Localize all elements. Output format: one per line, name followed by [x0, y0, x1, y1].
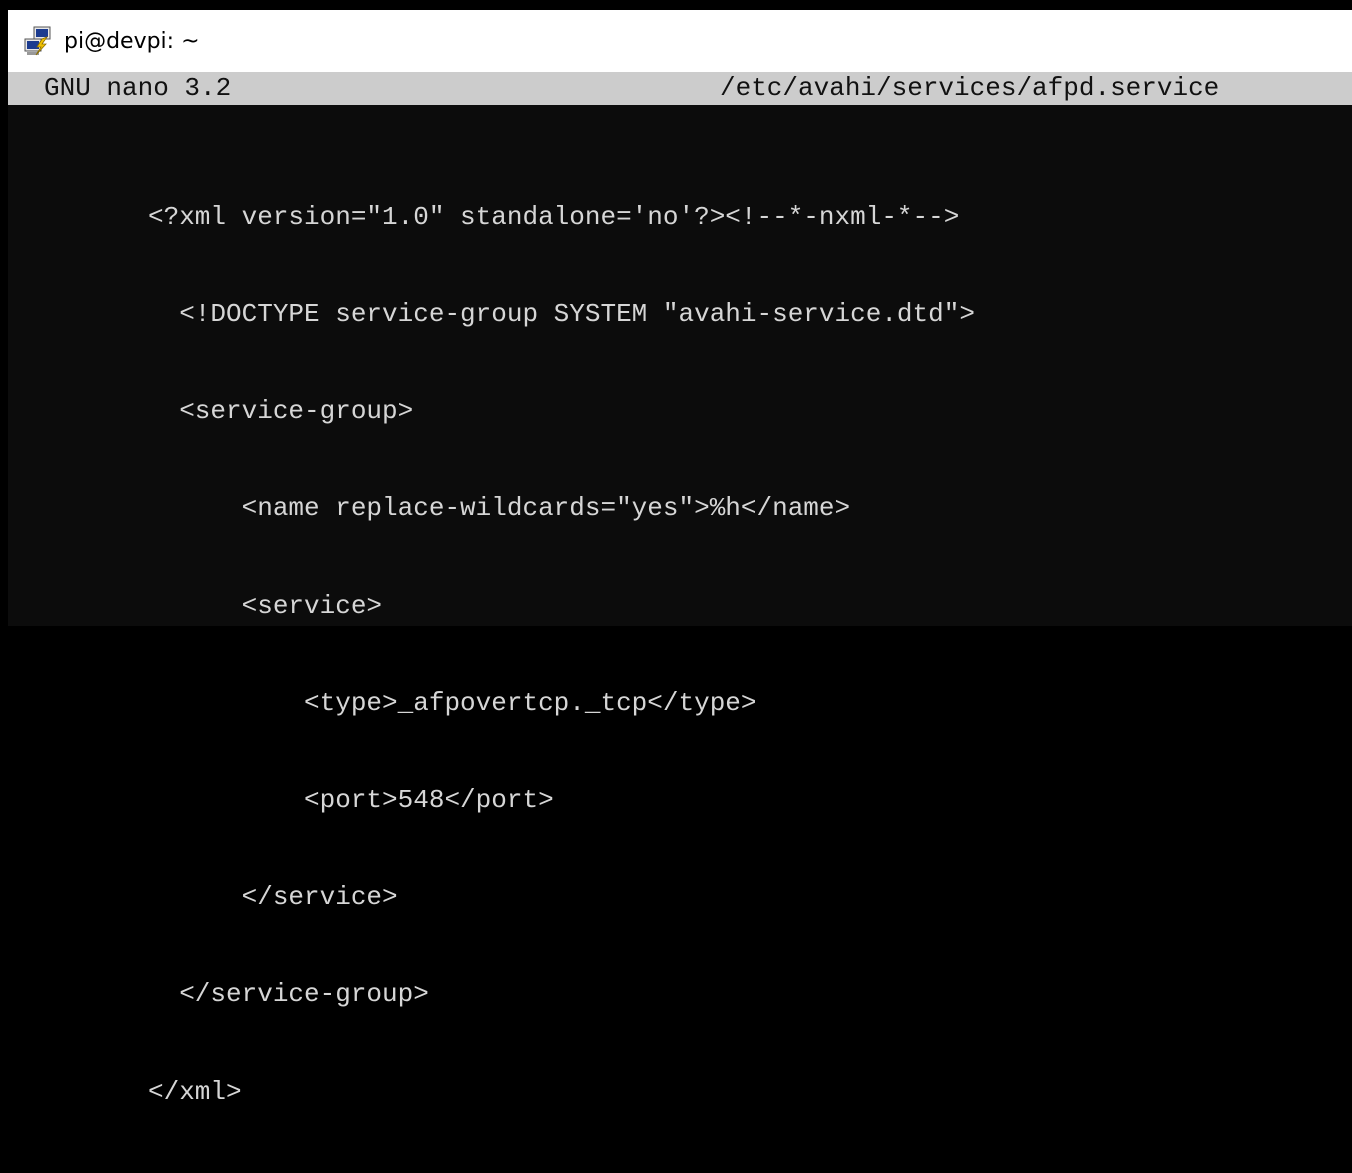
editor-line: <name replace-wildcards="yes">%h</name>: [148, 493, 851, 524]
terminal-window[interactable]: pi@devpi: ~ GNU nano 3.2 /etc/avahi/serv…: [8, 10, 1352, 1107]
editor-line: </xml>: [148, 1076, 242, 1107]
editor-line: <type>_afpovertcp._tcp</type>: [148, 687, 757, 718]
nano-filename: /etc/avahi/services/afpd.service: [720, 73, 1220, 103]
editor-line: <service>: [148, 590, 383, 621]
editor-line: <?xml version="1.0" standalone='no'?><!-…: [148, 201, 960, 232]
screen-border: pi@devpi: ~ GNU nano 3.2 /etc/avahi/serv…: [0, 0, 1352, 1107]
terminal-area[interactable]: GNU nano 3.2 /etc/avahi/services/afpd.se…: [8, 72, 1352, 1107]
editor-buffer[interactable]: <?xml version="1.0" standalone='no'?><!-…: [148, 136, 975, 1173]
editor-line: </service>: [148, 882, 398, 913]
editor-line: </service-group>: [148, 979, 429, 1010]
nano-version: GNU nano 3.2: [44, 73, 232, 103]
editor-line: <service-group>: [148, 396, 414, 427]
putty-terminal-icon[interactable]: [22, 24, 56, 58]
editor-line: <!DOCTYPE service-group SYSTEM "avahi-se…: [148, 299, 975, 330]
window-titlebar[interactable]: pi@devpi: ~: [8, 10, 1352, 72]
window-title: pi@devpi: ~: [64, 28, 200, 54]
nano-title-bar: GNU nano 3.2 /etc/avahi/services/afpd.se…: [8, 72, 1352, 105]
editor-line: <port>548</port>: [148, 785, 554, 816]
